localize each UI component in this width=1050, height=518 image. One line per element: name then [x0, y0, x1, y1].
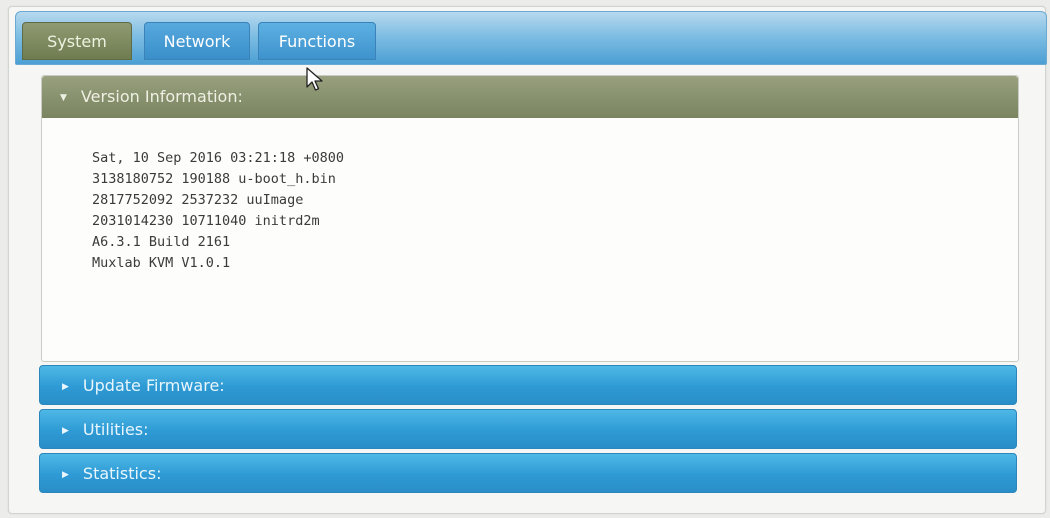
version-line-date: Sat, 10 Sep 2016 03:21:18 +0800 [92, 150, 344, 166]
version-line-product: Muxlab KVM V1.0.1 [92, 255, 231, 271]
version-line-uboot: 3138180752 190188 u-boot_h.bin [92, 171, 336, 187]
mouse-pointer-icon [306, 67, 323, 91]
statistics-section[interactable]: ▶ Statistics: [39, 453, 1017, 493]
tab-network[interactable]: Network [144, 22, 250, 60]
version-line-uuimage: 2817752092 2537232 uuImage [92, 192, 304, 208]
triangle-right-icon: ▶ [62, 426, 69, 436]
statistics-label: Statistics: [82, 464, 162, 483]
version-information-panel: ▼ Version Information: Sat, 10 Sep 2016 0… [41, 75, 1019, 362]
triangle-right-icon: ▶ [62, 382, 69, 392]
utilities-label: Utilities: [82, 420, 149, 439]
version-line-build: A6.3.1 Build 2161 [92, 234, 231, 250]
tab-bar: System Network Functions [15, 11, 1047, 65]
tab-functions[interactable]: Functions [258, 22, 376, 60]
version-details: Sat, 10 Sep 2016 03:21:18 +0800 31381807… [92, 148, 1018, 274]
triangle-right-icon: ▶ [62, 470, 69, 480]
version-information-header[interactable]: ▼ Version Information: [42, 76, 1018, 118]
update-firmware-label: Update Firmware: [82, 376, 225, 395]
utilities-section[interactable]: ▶ Utilities: [39, 409, 1017, 449]
system-page: System Network Functions ▼ Version Inform… [8, 6, 1047, 514]
version-information-title: Version Information: [80, 87, 243, 106]
triangle-down-icon: ▼ [60, 93, 67, 103]
update-firmware-section[interactable]: ▶ Update Firmware: [39, 365, 1017, 405]
tab-system[interactable]: System [22, 22, 132, 60]
version-line-initrd: 2031014230 10711040 initrd2m [92, 213, 320, 229]
